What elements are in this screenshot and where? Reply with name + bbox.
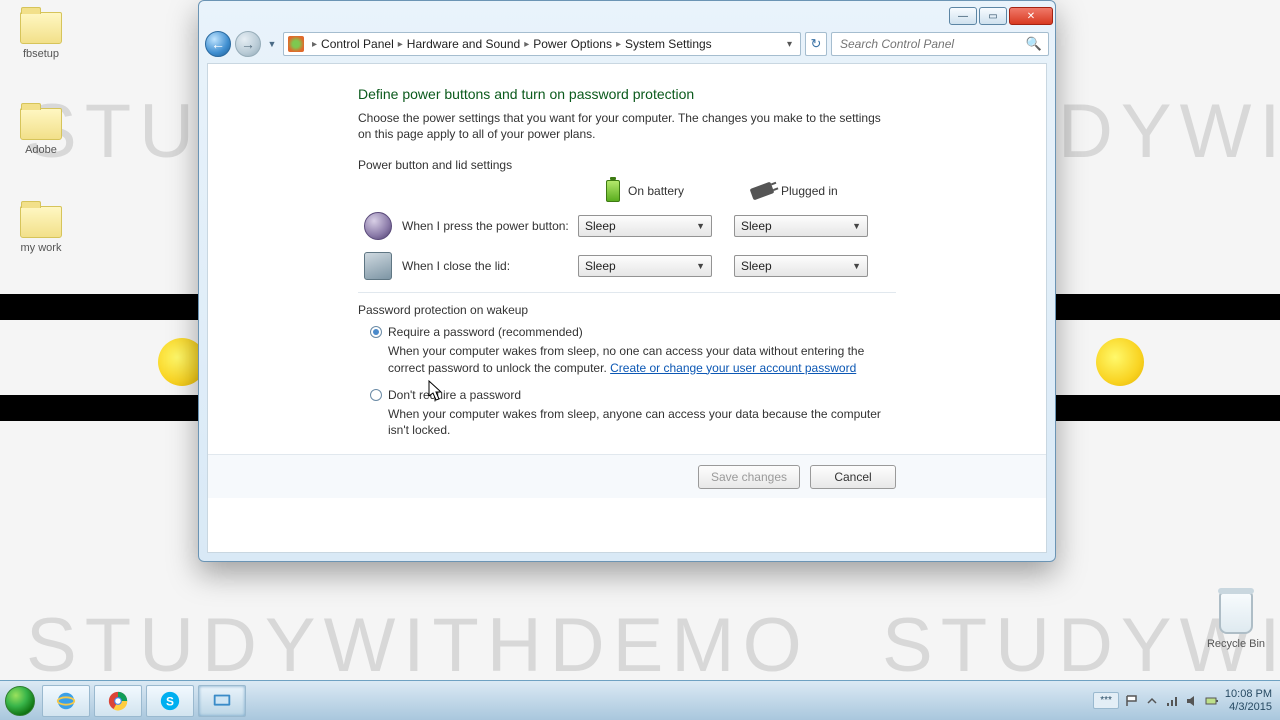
breadcrumb-power-options[interactable]: Power Options <box>533 37 612 51</box>
watermark: STUDYWITHDEMO <box>26 602 810 689</box>
tray-chevron-up-icon[interactable] <box>1145 694 1159 708</box>
radio-require-password-label: Require a password (recommended) <box>388 325 583 339</box>
nav-back-button[interactable]: ← <box>205 31 231 57</box>
tray-clock[interactable]: 10:08 PM 4/3/2015 <box>1225 688 1272 712</box>
breadcrumb-hardware-sound[interactable]: Hardware and Sound <box>407 37 520 51</box>
search-input[interactable] <box>838 36 1026 52</box>
radio-no-password-label: Don't require a password <box>388 388 521 402</box>
address-dropdown[interactable]: ▾ <box>783 39 796 50</box>
tray-network-icon[interactable] <box>1165 694 1179 708</box>
power-button-label: When I press the power button: <box>402 219 578 233</box>
svg-text:S: S <box>166 694 174 708</box>
window-titlebar[interactable]: — ▭ ✕ <box>199 1 1055 29</box>
taskbar[interactable]: S *** 10:08 PM 4/3/2015 <box>0 680 1280 720</box>
cancel-button[interactable]: Cancel <box>810 465 896 489</box>
taskbar-ie[interactable] <box>42 685 90 717</box>
lid-icon <box>364 252 392 280</box>
breadcrumb-sep: ▸ <box>616 39 621 50</box>
lid-battery-select[interactable]: Sleep <box>578 255 712 277</box>
close-button[interactable]: ✕ <box>1009 7 1053 25</box>
desktop-icon-label: my work <box>21 242 62 254</box>
system-tray[interactable]: *** 10:08 PM 4/3/2015 <box>1093 688 1280 712</box>
battery-icon <box>606 180 620 202</box>
desktop-folder[interactable]: my work <box>6 206 76 254</box>
nav-history-dropdown[interactable]: ▼ <box>265 31 279 57</box>
plug-icon <box>750 182 775 201</box>
folder-icon <box>20 108 62 140</box>
nav-forward-button: → <box>235 31 261 57</box>
tray-volume-icon[interactable] <box>1185 694 1199 708</box>
control-panel-window: — ▭ ✕ ← → ▼ ▸ Control Panel ▸ Hardware a… <box>198 0 1056 562</box>
column-on-battery: On battery <box>628 184 684 198</box>
section-password-protection: Password protection on wakeup <box>358 303 896 317</box>
desktop-folder[interactable]: fbsetup <box>6 12 76 60</box>
control-panel-icon <box>288 36 304 52</box>
breadcrumb-sep: ▸ <box>398 39 403 50</box>
address-bar-row: ← → ▼ ▸ Control Panel ▸ Hardware and Sou… <box>205 29 1049 59</box>
lid-plugged-select[interactable]: Sleep <box>734 255 868 277</box>
maximize-button[interactable]: ▭ <box>979 7 1007 25</box>
breadcrumb-system-settings[interactable]: System Settings <box>625 37 712 51</box>
search-box[interactable]: 🔍 <box>831 32 1049 56</box>
desktop-folder[interactable]: Adobe <box>6 108 76 156</box>
desktop-icon-label: fbsetup <box>23 48 59 60</box>
recycle-bin-label: Recycle Bin <box>1207 638 1265 650</box>
taskbar-chrome[interactable] <box>94 685 142 717</box>
tray-date: 4/3/2015 <box>1225 701 1272 713</box>
tray-flag-icon[interactable] <box>1125 694 1139 708</box>
desktop: STUDYWITHDEMO STUDYWITHDEMO STUDYWITHDEM… <box>0 0 1280 720</box>
language-indicator[interactable]: *** <box>1093 692 1119 709</box>
section-power-button-lid: Power button and lid settings <box>358 158 896 172</box>
folder-icon <box>20 206 62 238</box>
desktop-icon-label: Adobe <box>25 144 57 156</box>
address-bar[interactable]: ▸ Control Panel ▸ Hardware and Sound ▸ P… <box>283 32 801 56</box>
recycle-bin[interactable]: Recycle Bin <box>1206 592 1266 650</box>
no-password-desc: When your computer wakes from sleep, any… <box>388 406 896 438</box>
power-button-icon <box>364 212 392 240</box>
page-heading: Define power buttons and turn on passwor… <box>358 86 896 102</box>
column-plugged-in: Plugged in <box>781 184 838 198</box>
save-changes-button: Save changes <box>698 465 800 489</box>
taskbar-control-panel[interactable] <box>198 685 246 717</box>
power-button-plugged-select[interactable]: Sleep <box>734 215 868 237</box>
search-icon: 🔍 <box>1026 36 1042 52</box>
tray-time: 10:08 PM <box>1225 688 1272 700</box>
refresh-button[interactable]: ↻ <box>805 32 827 56</box>
page-intro: Choose the power settings that you want … <box>358 110 896 142</box>
minimize-button[interactable]: — <box>949 7 977 25</box>
taskbar-skype[interactable]: S <box>146 685 194 717</box>
breadcrumb-control-panel[interactable]: Control Panel <box>321 37 394 51</box>
start-button[interactable] <box>0 681 40 720</box>
radio-require-password[interactable] <box>370 326 382 338</box>
create-change-password-link[interactable]: Create or change your user account passw… <box>610 361 856 375</box>
radio-no-password[interactable] <box>370 389 382 401</box>
divider <box>358 292 896 293</box>
window-client-area: Define power buttons and turn on passwor… <box>207 63 1047 553</box>
breadcrumb-sep: ▸ <box>312 39 317 50</box>
windows-orb-icon <box>5 686 35 716</box>
folder-icon <box>20 12 62 44</box>
power-button-battery-select[interactable]: Sleep <box>578 215 712 237</box>
breadcrumb-sep: ▸ <box>524 39 529 50</box>
footer-bar: Save changes Cancel <box>208 454 1046 498</box>
lid-close-label: When I close the lid: <box>402 259 578 273</box>
wallpaper-sun <box>1096 338 1144 386</box>
tray-battery-icon[interactable] <box>1205 694 1219 708</box>
recycle-bin-icon <box>1219 592 1253 634</box>
